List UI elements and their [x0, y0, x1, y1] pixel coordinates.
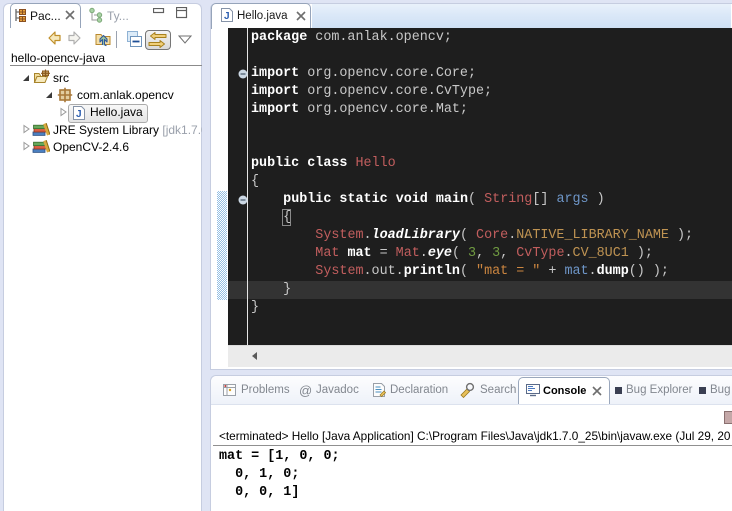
- svg-text:J: J: [76, 109, 82, 120]
- svg-text:J: J: [224, 11, 230, 22]
